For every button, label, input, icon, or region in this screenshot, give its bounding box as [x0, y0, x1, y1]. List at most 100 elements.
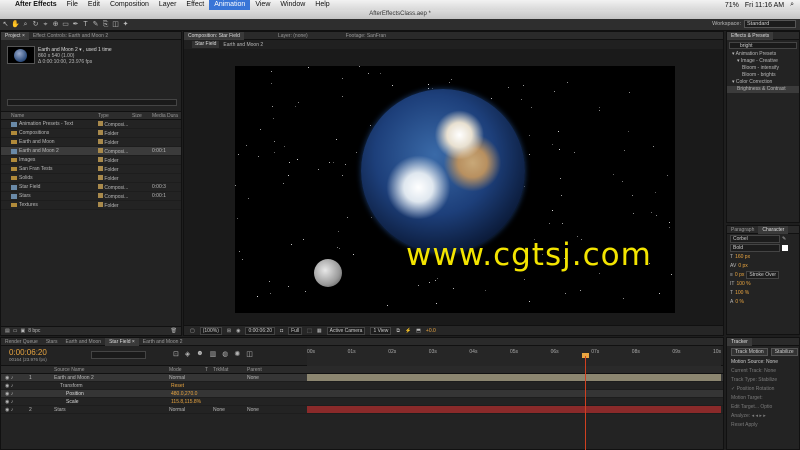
- timeline-layer-row[interactable]: ◉ ♪ 1 Earth and Moon 2 Normal None: [1, 374, 723, 382]
- effects-list-item[interactable]: Bloom - brights: [727, 72, 799, 79]
- tab-paragraph[interactable]: Paragraph: [727, 226, 758, 234]
- layer-duration-bar[interactable]: [307, 398, 721, 405]
- mask-tool-icon[interactable]: ▭: [61, 20, 70, 29]
- exposure-field[interactable]: +0.0: [426, 328, 436, 334]
- grid-icon[interactable]: ⊞: [227, 328, 231, 334]
- tab-star-field[interactable]: Star Field ×: [105, 337, 139, 346]
- tab-earth-and-moon-2[interactable]: Earth and Moon 2: [139, 338, 187, 346]
- tab-stars[interactable]: Stars: [42, 338, 62, 346]
- earth-layer[interactable]: [361, 89, 525, 253]
- effects-search-input[interactable]: bright: [729, 42, 797, 49]
- property-value[interactable]: 480.0,270.0: [171, 391, 197, 397]
- layer-trkmat[interactable]: None: [213, 407, 247, 413]
- effects-list-item[interactable]: ▾ Color Correction: [727, 79, 799, 86]
- project-row[interactable]: Textures Folder: [1, 201, 181, 210]
- project-row[interactable]: Animation Presets - Text Composi...: [1, 120, 181, 129]
- brush-tool-icon[interactable]: ✎: [91, 20, 100, 29]
- label-color-swatch[interactable]: [98, 174, 103, 180]
- tracker-setting-row[interactable]: Reset Apply: [727, 421, 799, 430]
- font-family-dropdown[interactable]: Corbel: [730, 234, 780, 243]
- menu-edit[interactable]: Edit: [83, 0, 105, 10]
- font-size-field[interactable]: 160 px: [735, 254, 750, 260]
- snapshot-icon[interactable]: ◉: [236, 328, 240, 334]
- region-icon[interactable]: ▢: [190, 328, 195, 334]
- clone-tool-icon[interactable]: ⎘: [101, 20, 110, 29]
- project-row[interactable]: Star Field Composi... 0:00:3: [1, 183, 181, 192]
- new-folder-icon[interactable]: ▭: [13, 328, 18, 334]
- draft-3d-icon[interactable]: ◈: [185, 350, 190, 358]
- fill-color-swatch[interactable]: [782, 244, 788, 251]
- graph-editor-icon[interactable]: ◫: [246, 350, 253, 358]
- pen-tool-icon[interactable]: ✒: [71, 20, 80, 29]
- label-color-swatch[interactable]: [98, 156, 103, 162]
- layer-duration-bar[interactable]: [307, 382, 721, 389]
- current-time-display[interactable]: 0:00:06:20: [9, 348, 47, 357]
- shy-icon[interactable]: ☻: [196, 350, 203, 358]
- zoom-tool-icon[interactable]: ⌕: [21, 20, 30, 29]
- col-name[interactable]: Name: [1, 113, 94, 119]
- frame-blending-icon[interactable]: ▥: [210, 350, 217, 358]
- roi-icon[interactable]: ⬚: [307, 328, 312, 334]
- project-row[interactable]: Compositions Folder: [1, 129, 181, 138]
- brainstorm-icon[interactable]: ✺: [234, 350, 240, 358]
- project-row[interactable]: Earth and Moon Folder: [1, 138, 181, 147]
- composition-canvas[interactable]: [235, 66, 675, 313]
- tracker-setting-row[interactable]: Motion Target:: [727, 394, 799, 403]
- project-search-input[interactable]: [7, 99, 177, 106]
- current-time-indicator[interactable]: [585, 356, 586, 450]
- layer-source-name[interactable]: Scale: [54, 399, 169, 405]
- comp-mini-flowchart-icon[interactable]: ⊡: [173, 350, 179, 358]
- stabilize-button[interactable]: Stabilize: [770, 348, 798, 356]
- tracker-setting-row[interactable]: Current Track: None: [727, 367, 799, 376]
- tab-composition[interactable]: Composition: Star Field: [184, 31, 244, 40]
- layer-parent[interactable]: None: [247, 375, 297, 381]
- font-style-dropdown[interactable]: Bold: [730, 243, 780, 252]
- layer-switch-icons[interactable]: ◉ ♪: [1, 391, 29, 397]
- rotate-tool-icon[interactable]: ↻: [31, 20, 40, 29]
- timecode-field[interactable]: 0:00:06:20: [245, 326, 276, 335]
- horizontal-scale-field[interactable]: 100 %: [735, 290, 749, 296]
- pixel-aspect-icon[interactable]: ⬒: [416, 328, 421, 334]
- layer-source-name[interactable]: Stars: [54, 407, 169, 413]
- tracker-setting-row[interactable]: Track Type: Stabilize: [727, 376, 799, 385]
- layer-switch-icons[interactable]: ◉ ♪: [1, 399, 29, 405]
- project-row[interactable]: San Fran Tests Folder: [1, 165, 181, 174]
- camera-tool-icon[interactable]: ⌖: [41, 20, 50, 29]
- breadcrumb-earth-and-moon-2[interactable]: Earth and Moon 2: [223, 42, 263, 48]
- app-menu[interactable]: After Effects: [10, 0, 62, 10]
- tab-footage[interactable]: Footage: SanFran: [342, 32, 390, 40]
- project-row[interactable]: Images Folder: [1, 156, 181, 165]
- label-color-swatch[interactable]: [98, 192, 103, 198]
- stroke-width-field[interactable]: 0 px: [735, 272, 744, 278]
- col-parent[interactable]: Parent: [247, 367, 297, 373]
- col-source-name[interactable]: Source Name: [54, 367, 169, 373]
- tab-project[interactable]: Project ×: [1, 31, 29, 40]
- layer-switch-icons[interactable]: ◉ ♪: [1, 375, 29, 381]
- menu-composition[interactable]: Composition: [105, 0, 154, 10]
- col-type[interactable]: Type: [94, 113, 132, 119]
- eraser-tool-icon[interactable]: ◫: [111, 20, 120, 29]
- tab-layer[interactable]: Layer: (none): [274, 32, 312, 40]
- timeline-layer-row[interactable]: ◉ ♪ Scale 115.8,115.8%: [1, 398, 723, 406]
- col-size[interactable]: Size: [132, 113, 152, 119]
- property-value[interactable]: Reset: [171, 383, 184, 389]
- tab-tracker[interactable]: Tracker: [727, 337, 752, 346]
- col-duration[interactable]: Media Dura: [152, 113, 180, 119]
- new-comp-icon[interactable]: ▣: [20, 328, 25, 334]
- pan-behind-tool-icon[interactable]: ⊕: [51, 20, 60, 29]
- tab-effects-presets[interactable]: Effects & Presets: [727, 31, 774, 40]
- layer-source-name[interactable]: Earth and Moon 2: [54, 375, 169, 381]
- layer-source-name[interactable]: Transform: [54, 383, 169, 389]
- camera-dropdown[interactable]: Active Camera: [326, 326, 366, 335]
- menu-layer[interactable]: Layer: [154, 0, 182, 10]
- timeline-search-input[interactable]: [91, 351, 146, 359]
- timeline-layer-row[interactable]: ◉ ♪ Position 480.0,270.0: [1, 390, 723, 398]
- transparency-grid-icon[interactable]: ▦: [317, 328, 322, 334]
- zoom-dropdown[interactable]: (100%): [199, 326, 222, 335]
- label-color-swatch[interactable]: [98, 183, 103, 189]
- effects-list-item[interactable]: ▾ Image - Creative: [727, 58, 799, 65]
- layer-duration-bar[interactable]: [307, 374, 721, 381]
- fast-preview-icon[interactable]: ⚡: [405, 328, 411, 334]
- property-value[interactable]: 115.8,115.8%: [171, 399, 201, 405]
- effects-list-item[interactable]: Bloom - intensify: [727, 65, 799, 72]
